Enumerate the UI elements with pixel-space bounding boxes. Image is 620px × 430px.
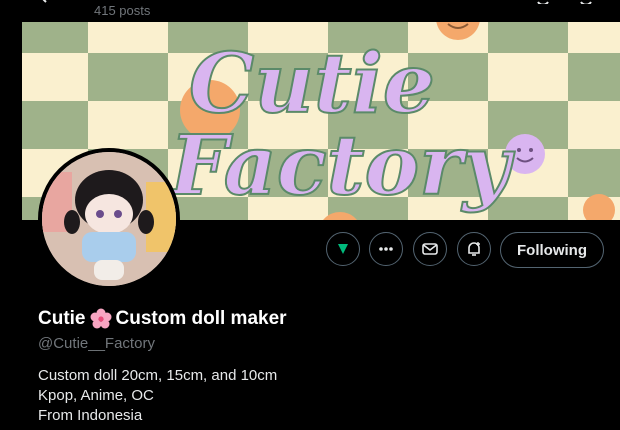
following-button[interactable]: Following xyxy=(500,232,604,268)
banner-title-line2: Factory xyxy=(168,118,516,214)
avatar[interactable] xyxy=(38,148,180,290)
message-button[interactable] xyxy=(413,232,447,266)
profile-bio: Custom doll 20cm, 15cm, and 10cm Kpop, A… xyxy=(38,366,277,426)
display-name-suffix: Custom doll maker xyxy=(115,308,287,329)
search-icon[interactable] xyxy=(578,0,594,4)
bio-line: Kpop, Anime, OC xyxy=(38,387,154,404)
profile-handle: @Cutie__Factory xyxy=(38,335,155,352)
bio-cutoff-line xyxy=(38,424,168,430)
display-name-prefix: Cutie xyxy=(38,308,86,329)
notify-button[interactable] xyxy=(457,232,491,266)
more-button[interactable] xyxy=(369,232,403,266)
subscribe-button[interactable] xyxy=(326,232,360,266)
subscribe-icon xyxy=(338,244,348,254)
bio-line: Custom doll 20cm, 15cm, and 10cm xyxy=(38,367,278,384)
refresh-icon[interactable] xyxy=(535,0,551,4)
more-icon xyxy=(379,247,393,251)
flower-emoji-icon xyxy=(90,308,111,329)
doll-face xyxy=(85,194,133,234)
back-arrow-icon[interactable] xyxy=(40,0,56,4)
top-bar: 415 posts xyxy=(0,0,620,22)
notify-icon xyxy=(468,242,480,256)
posts-count: 415 posts xyxy=(94,3,151,18)
bio-line: From Indonesia xyxy=(38,407,143,424)
message-icon xyxy=(422,243,438,255)
display-name: Cutie Custom doll maker xyxy=(38,308,287,330)
